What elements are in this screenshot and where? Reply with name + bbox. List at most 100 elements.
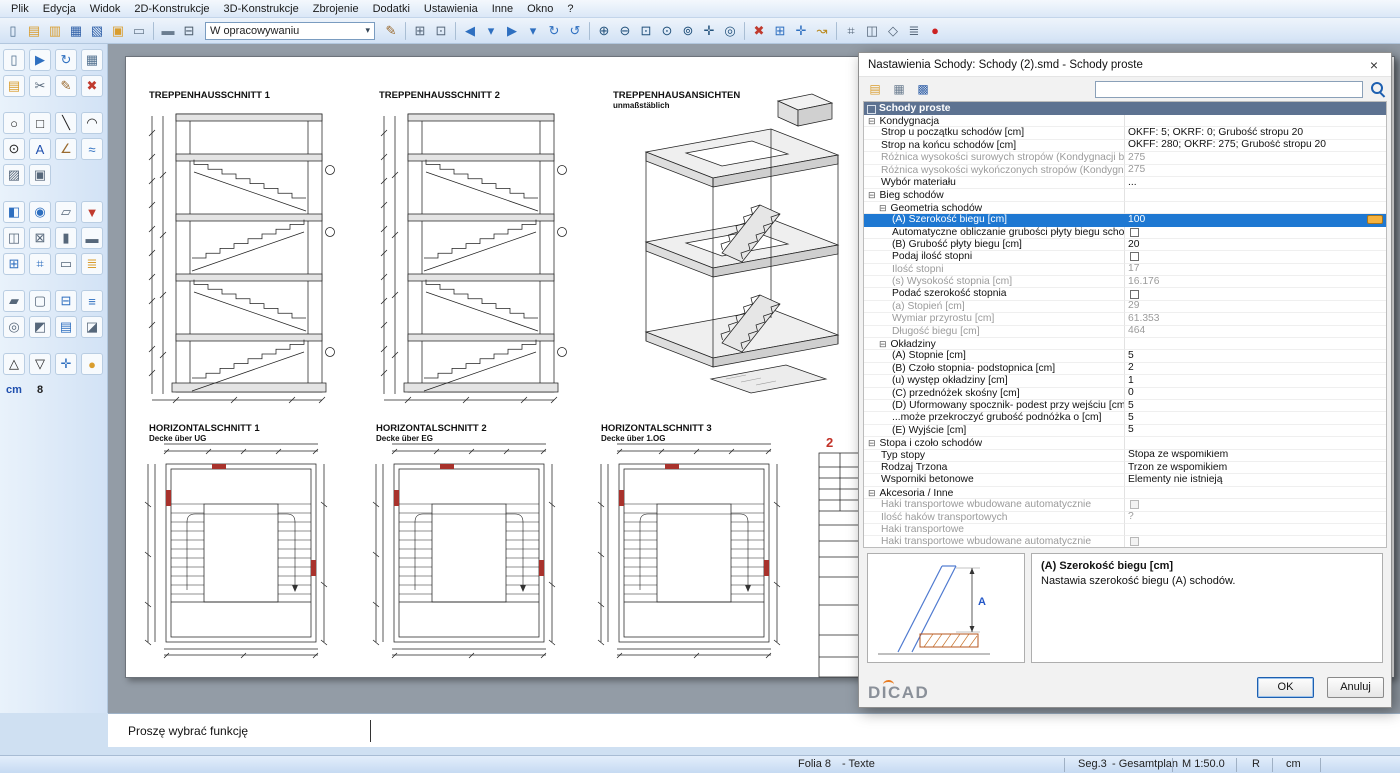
statusbar-scale[interactable]: M 1:50.0 — [1182, 758, 1225, 772]
ok-button[interactable]: OK — [1257, 677, 1314, 698]
open-drawing-icon[interactable]: ▤ — [24, 21, 44, 41]
property-value[interactable] — [1125, 288, 1386, 300]
tool-icon[interactable] — [3, 101, 104, 108]
redo-icon[interactable]: ▶ — [502, 21, 522, 41]
property-row[interactable]: Haki transportowe wbudowane automatyczni… — [864, 499, 1386, 511]
property-row[interactable]: Automatyczne obliczanie grubości płyty b… — [864, 227, 1386, 239]
undo-list-icon[interactable]: ▾ — [481, 21, 501, 41]
statusbar-raster[interactable]: R — [1252, 758, 1260, 772]
dialog-search-input[interactable] — [1095, 81, 1363, 98]
block-tool-icon[interactable]: ◧ — [3, 201, 25, 223]
level-tool-icon[interactable]: ▽ — [29, 353, 51, 375]
opening-tool-icon[interactable]: ▢ — [29, 290, 51, 312]
rectangle-tool-icon[interactable]: □ — [29, 112, 51, 134]
toolbar-icon[interactable] — [405, 22, 406, 40]
property-value[interactable] — [1125, 227, 1386, 239]
property-value[interactable]: 0 — [1125, 388, 1386, 400]
section-tool-icon[interactable]: ◪ — [81, 316, 103, 338]
measure-icon[interactable]: ◫ — [862, 21, 882, 41]
new-drawing-icon[interactable]: ▯ — [3, 21, 23, 41]
property-value[interactable] — [1125, 437, 1386, 449]
toolbar-icon[interactable] — [153, 22, 154, 40]
text-tool-icon[interactable]: A — [29, 138, 51, 160]
property-value[interactable] — [1125, 487, 1386, 499]
tool-icon[interactable] — [3, 279, 104, 286]
cancel-button[interactable]: Anuluj — [1327, 677, 1384, 698]
toolbar-icon[interactable] — [836, 22, 837, 40]
menu-item[interactable]: Inne — [485, 2, 520, 16]
property-value[interactable]: Trzon ze wspomikiem — [1125, 462, 1386, 474]
cascade-icon[interactable]: ▦ — [81, 49, 103, 71]
search-icon[interactable] — [1371, 82, 1385, 96]
property-row[interactable]: Wsporniki betonowe Elementy nie istnieją — [864, 474, 1386, 486]
toolbar-icon[interactable] — [589, 22, 590, 40]
property-row[interactable]: Podaj ilość stopni — [864, 251, 1386, 263]
property-value-widget[interactable] — [1367, 215, 1383, 224]
unit-label[interactable]: cm — [3, 379, 25, 401]
zoom-extents-icon[interactable]: ⊙ — [657, 21, 677, 41]
property-row[interactable]: Okładziny — [864, 338, 1386, 350]
slab-tool-icon[interactable]: ▭ — [55, 253, 77, 275]
page-icon[interactable]: ▯ — [3, 49, 25, 71]
toolbar-icon[interactable] — [744, 22, 745, 40]
save-icon[interactable]: ▦ — [66, 21, 86, 41]
frame-tool-icon[interactable]: ◫ — [3, 227, 25, 249]
property-table-header[interactable]: Schody proste — [864, 102, 1386, 115]
open-project-icon[interactable]: ▥ — [45, 21, 65, 41]
property-value[interactable] — [1125, 524, 1386, 536]
close-icon[interactable]: × — [1359, 54, 1389, 76]
zoom-previous-icon[interactable]: ⊚ — [678, 21, 698, 41]
property-row[interactable]: Kondygnacja — [864, 115, 1386, 127]
dialog-title-bar[interactable]: Nastawienia Schody: Schody (2).smd - Sch… — [859, 53, 1391, 77]
north-tool-icon[interactable]: △ — [3, 353, 25, 375]
property-value[interactable]: 100 — [1125, 214, 1386, 226]
regenerate-icon[interactable]: ↺ — [565, 21, 585, 41]
property-row[interactable]: (E) Wyjście [cm] 5 — [864, 425, 1386, 437]
property-row[interactable]: (A) Szerokość biegu [cm] 100 — [864, 214, 1386, 226]
property-row[interactable]: Rodzaj Trzona Trzon ze wspomikiem — [864, 462, 1386, 474]
property-value[interactable] — [1125, 189, 1386, 201]
property-row[interactable]: Haki transportowe — [864, 524, 1386, 536]
list-tool-icon[interactable]: ≡ — [81, 290, 103, 312]
toolbar-icon[interactable] — [455, 22, 456, 40]
property-value[interactable]: 464 — [1125, 326, 1386, 338]
property-value[interactable] — [1125, 115, 1386, 127]
property-value[interactable] — [1125, 499, 1386, 511]
circle-tool-icon[interactable]: ○ — [3, 112, 25, 134]
page-layout-icon[interactable]: ▬ — [158, 21, 178, 41]
tool-icon[interactable] — [3, 190, 104, 197]
refresh-view-icon[interactable]: ↻ — [55, 49, 77, 71]
anchor-tool-icon[interactable]: ✛ — [55, 353, 77, 375]
property-row[interactable]: Strop u początku schodów [cm] OKFF: 5; O… — [864, 127, 1386, 139]
property-row[interactable]: Geometria schodów — [864, 202, 1386, 214]
move-icon[interactable]: ✛ — [791, 21, 811, 41]
pan-icon[interactable]: ✛ — [699, 21, 719, 41]
property-row[interactable]: ...może przekroczyć grubość podnóżka o [… — [864, 412, 1386, 424]
property-value[interactable]: 20 — [1125, 239, 1386, 251]
property-value[interactable]: 5 — [1125, 350, 1386, 362]
stair-tool-icon[interactable]: ≣ — [81, 253, 103, 275]
line-tool-icon[interactable]: ╲ — [55, 112, 77, 134]
hatch-tool-icon[interactable]: ▨ — [3, 164, 25, 186]
property-value[interactable]: OKFF: 5; OKRF: 0; Grubość stropu 20 — [1125, 127, 1386, 139]
property-row[interactable]: Długość biegu [cm] 464 — [864, 326, 1386, 338]
phase-dropdown[interactable]: W opracowywaniu ▾ — [205, 22, 375, 40]
property-value-widget[interactable] — [1130, 228, 1139, 237]
property-value[interactable]: ... — [1125, 177, 1386, 189]
property-row[interactable]: (u) występ okładziny [cm] 1 — [864, 375, 1386, 387]
property-value[interactable]: Elementy nie istnieją — [1125, 474, 1386, 486]
property-row[interactable]: Ilość haków transportowych ? — [864, 512, 1386, 524]
property-value[interactable] — [1125, 251, 1386, 263]
property-value[interactable]: ? — [1125, 512, 1386, 524]
property-row[interactable]: Wymiar przyrostu [cm] 61.353 — [864, 313, 1386, 325]
property-value[interactable]: OKFF: 280; OKRF: 275; Grubość stropu 20 — [1125, 140, 1386, 152]
menu-item[interactable]: Plik — [4, 2, 36, 16]
print-preview-icon[interactable]: ⊡ — [431, 21, 451, 41]
property-row[interactable]: Różnica wysokości surowych stropów (Kond… — [864, 152, 1386, 164]
property-row[interactable]: Akcesoria / Inne — [864, 487, 1386, 499]
clip-tool-icon[interactable]: ▱ — [55, 201, 77, 223]
property-row[interactable]: (a) Stopień [cm] 29 — [864, 301, 1386, 313]
property-value[interactable]: 5 — [1125, 400, 1386, 412]
property-value[interactable]: 17 — [1125, 264, 1386, 276]
pin-tool-icon[interactable]: ▼ — [81, 201, 103, 223]
